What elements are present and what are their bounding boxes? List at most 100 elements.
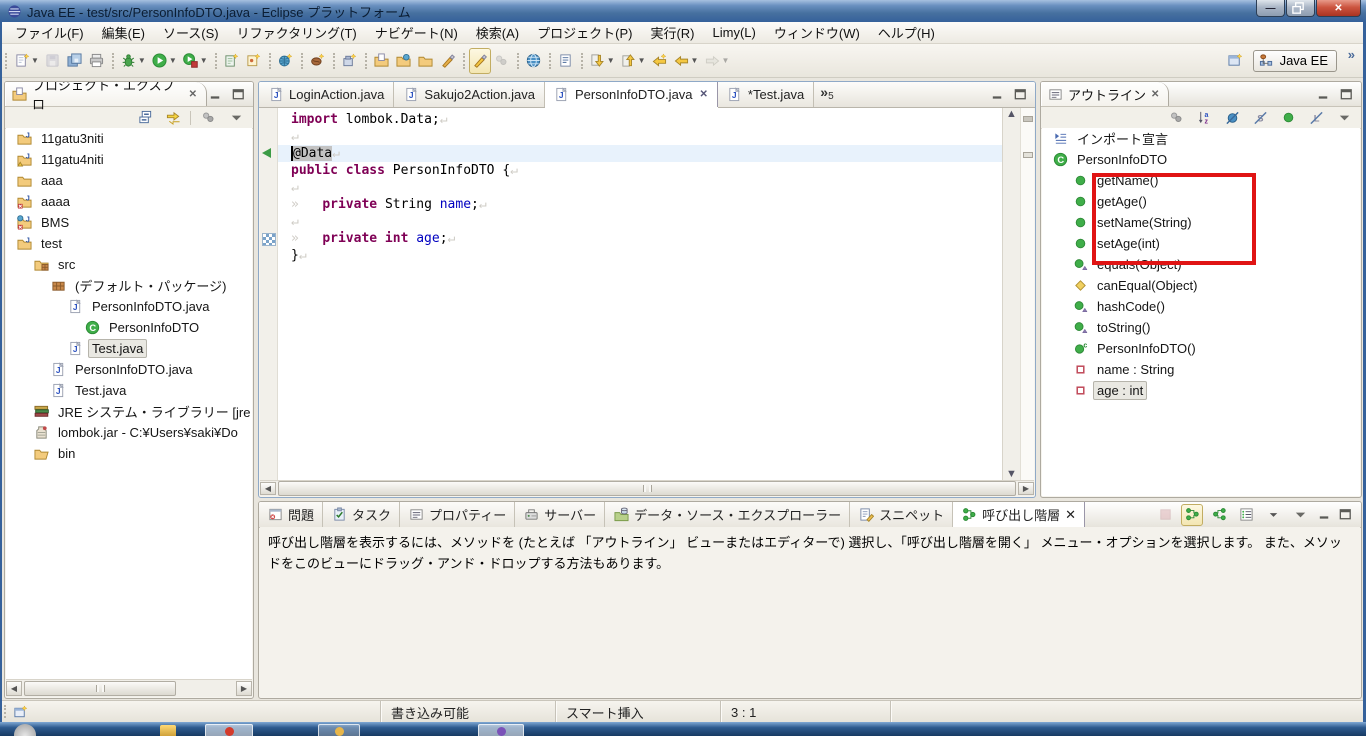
tree-item-lombok-jar-c-users-saki-do[interactable]: lombok.jar - C:¥Users¥saki¥Do	[6, 422, 252, 443]
gutter-occurrence-marker-icon[interactable]	[262, 233, 276, 246]
taskbar-app-2[interactable]	[318, 724, 360, 736]
new-wizard-dropdown-icon[interactable]: ▼	[31, 56, 39, 65]
tree-item-src[interactable]: src	[6, 254, 252, 275]
hide-fields-button[interactable]	[1221, 105, 1243, 131]
close-tab-icon[interactable]: ✕	[700, 89, 708, 100]
editor-vscrollbar[interactable]: ▲ ▼	[1002, 108, 1020, 480]
menu-7[interactable]: 実行(R)	[641, 21, 703, 44]
customize-view-button[interactable]	[197, 105, 219, 131]
overview-mark[interactable]	[1023, 152, 1033, 158]
show-list-button[interactable]	[1235, 504, 1257, 526]
save-button[interactable]	[42, 48, 64, 74]
outline-item-name-string[interactable]: name : String	[1042, 359, 1360, 380]
menu-2[interactable]: ソース(S)	[154, 21, 228, 44]
open-type-button[interactable]	[371, 48, 393, 74]
bottom-tab-5[interactable]: スニペット	[850, 502, 954, 527]
outline-item-tostring-[interactable]: toString()	[1042, 317, 1360, 338]
outline-item-getname-[interactable]: getName()	[1042, 170, 1360, 191]
fast-view-icon[interactable]	[12, 704, 28, 720]
project-explorer-hscrollbar[interactable]: ◀ ▶	[6, 679, 252, 697]
debug-dropdown-icon[interactable]: ▼	[138, 56, 146, 65]
bottom-tab-6[interactable]: 呼び出し階層 ✕	[953, 502, 1086, 527]
maximize-bottom-view-icon[interactable]	[1337, 507, 1353, 523]
tree-item-personinfodto-java[interactable]: J PersonInfoDTO.java	[6, 296, 252, 317]
bottom-tab-3[interactable]: サーバー	[515, 502, 606, 527]
bottom-tab-0[interactable]: 問題	[259, 502, 324, 527]
menu-9[interactable]: ウィンドウ(W)	[765, 21, 869, 44]
editor-tab-loginaction-java[interactable]: J LoginAction.java	[259, 82, 395, 107]
tab-project-explorer[interactable]: プロジェクト・エクスプロ ✕	[5, 82, 207, 112]
forward-button[interactable]: ▼	[701, 48, 732, 74]
save-all-button[interactable]	[64, 48, 86, 74]
occurrence-filter-button[interactable]	[491, 48, 513, 74]
tree-item--[interactable]: (デフォルト・パッケージ)	[6, 275, 252, 296]
new-web-service-button[interactable]	[275, 48, 297, 74]
editor-tab--test-java[interactable]: J *Test.java	[717, 82, 815, 107]
view-menu-button[interactable]	[1289, 504, 1311, 526]
view-menu-button[interactable]	[225, 105, 247, 131]
minimize-editor-icon[interactable]	[989, 87, 1005, 103]
run-dropdown-icon[interactable]: ▼	[169, 56, 177, 65]
close-view-icon[interactable]: ✕	[189, 89, 197, 100]
new-ejb-button[interactable]	[307, 48, 329, 74]
gutter-marker-triangle-icon[interactable]	[262, 148, 271, 158]
focus-button[interactable]	[1165, 105, 1187, 131]
outline-item-equals-object-[interactable]: equals(Object)	[1042, 254, 1360, 275]
scroll-left-icon[interactable]: ◀	[6, 681, 22, 696]
tree-item-11gatu3niti[interactable]: J 11gatu3niti	[6, 128, 252, 149]
outline-item-personinfodto-[interactable]: c PersonInfoDTO()	[1042, 338, 1360, 359]
close-view-icon[interactable]: ✕	[1065, 507, 1076, 523]
minimize-bottom-view-icon[interactable]	[1316, 507, 1332, 523]
back-dropdown-icon[interactable]: ▼	[691, 56, 699, 65]
prev-annotation-dropdown-icon[interactable]: ▼	[638, 56, 646, 65]
print-button[interactable]	[86, 48, 108, 74]
outline-item-getage-[interactable]: getAge()	[1042, 191, 1360, 212]
format-button[interactable]	[437, 48, 459, 74]
overview-ruler[interactable]	[1020, 108, 1034, 480]
editor-tab-sakujo2action-java[interactable]: J Sakujo2Action.java	[394, 82, 545, 107]
menu-5[interactable]: 検索(A)	[467, 21, 528, 44]
last-edit-location-button[interactable]	[649, 48, 671, 74]
bottom-tab-1[interactable]: タスク	[323, 502, 401, 527]
editor-tab-overflow[interactable]: » 5	[814, 82, 839, 107]
editor-hscrollbar[interactable]: ◀ ▶	[260, 480, 1034, 496]
back-button[interactable]: ▼	[671, 48, 702, 74]
outline-item--[interactable]: インポート宣言	[1042, 128, 1360, 149]
new-jsp-button[interactable]	[243, 48, 265, 74]
taskbar-app-3[interactable]	[478, 724, 524, 736]
tree-item-test-java[interactable]: J Test.java	[6, 380, 252, 401]
start-orb-icon[interactable]	[14, 724, 36, 736]
scroll-right-icon[interactable]: ▶	[1018, 482, 1034, 495]
sort-button[interactable]: az	[1193, 105, 1215, 131]
view-menu-button[interactable]	[1333, 105, 1355, 131]
perspective-java-ee-button[interactable]: Java EE	[1252, 49, 1337, 72]
hide-local-types-button[interactable]: L	[1305, 105, 1327, 131]
tree-item-bms[interactable]: J BMS	[6, 212, 252, 233]
overview-mark[interactable]	[1023, 116, 1033, 122]
minimize-view-icon[interactable]	[207, 86, 223, 102]
prev-annotation-button[interactable]: ▼	[618, 48, 649, 74]
close-button[interactable]: ✕	[1316, 0, 1361, 17]
tree-item-11gatu4niti[interactable]: J 11gatu4niti	[6, 149, 252, 170]
outline-item-setage-int-[interactable]: setAge(int)	[1042, 233, 1360, 254]
scroll-left-icon[interactable]: ◀	[260, 482, 276, 495]
run-button[interactable]: ▼	[149, 48, 180, 74]
tree-item-test[interactable]: Jtest	[6, 233, 252, 254]
tree-item-jre-jre[interactable]: JRE システム・ライブラリー [jre	[6, 401, 252, 422]
menu-10[interactable]: ヘルプ(H)	[869, 21, 944, 44]
menu-1[interactable]: 編集(E)	[93, 21, 154, 44]
outline-item-age-int[interactable]: age : int	[1042, 380, 1360, 401]
menu-6[interactable]: プロジェクト(P)	[528, 21, 641, 44]
forward-dropdown-icon[interactable]: ▼	[721, 56, 729, 65]
scroll-right-icon[interactable]: ▶	[236, 681, 252, 696]
taskbar-app-1[interactable]	[205, 724, 253, 736]
run-external-tools-button[interactable]: ▼	[180, 48, 211, 74]
next-annotation-button[interactable]: ▼	[587, 48, 618, 74]
open-perspective-button[interactable]	[1225, 48, 1247, 74]
menu-8[interactable]: Limy(L)	[704, 23, 765, 42]
open-plugin-button[interactable]	[415, 48, 437, 74]
close-view-icon[interactable]: ✕	[1151, 89, 1159, 100]
history-dropdown-button[interactable]	[1262, 504, 1284, 526]
taskbar-folder-icon[interactable]	[160, 725, 176, 736]
outline-item-personinfodto[interactable]: C PersonInfoDTO	[1042, 149, 1360, 170]
